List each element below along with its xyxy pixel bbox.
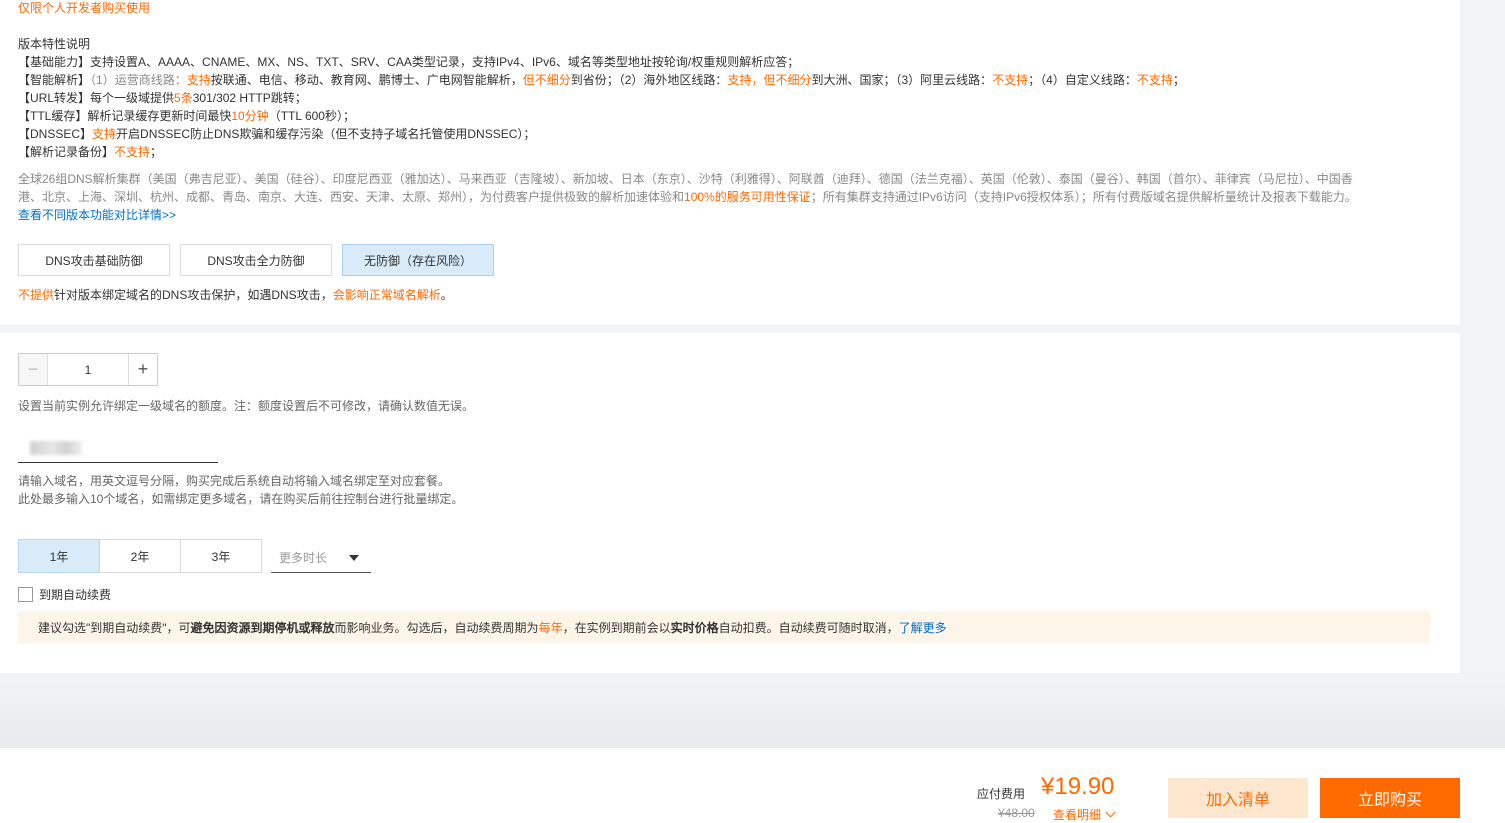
more-duration-placeholder: 更多时长 [279, 551, 328, 565]
caret-down-icon [349, 554, 359, 561]
autorenew-label[interactable]: 到期自动续费 [39, 586, 111, 603]
duration-3-years[interactable]: 3年 [180, 539, 262, 573]
cluster-description: 全球26组DNS解析集群（美国（弗吉尼亚）、美国（硅谷）、印度尼西亚（雅加达）、… [18, 172, 1357, 204]
domain-input-redacted-value [30, 441, 82, 455]
original-price: ¥48.00 [998, 806, 1035, 820]
protection-none-button[interactable]: 无防御（存在风险） [342, 244, 494, 276]
protection-full-button[interactable]: DNS攻击全力防御 [180, 244, 332, 276]
domain-note: 请输入域名，用英文逗号分隔，购买完成后系统自动将输入域名绑定至对应套餐。 此处最… [18, 474, 464, 506]
protection-note: 不提供针对版本绑定域名的DNS攻击保护，如遇DNS攻击，会影响正常域名解析。 [18, 288, 453, 302]
feature-backup: 【解析记录备份】不支持； [18, 145, 163, 159]
fee-label: 应付费用 [977, 787, 1026, 801]
right-gutter [1460, 0, 1505, 748]
feature-url: 【URL转发】每个一级域提供5条301/302 HTTP跳转； [18, 91, 307, 105]
protection-basic-button[interactable]: DNS攻击基础防御 [18, 244, 170, 276]
increment-button[interactable]: + [128, 354, 157, 385]
decrement-button[interactable]: − [19, 354, 48, 385]
feature-heading: 版本特性说明 [18, 37, 91, 51]
quota-stepper: − 1 + [18, 353, 158, 386]
autorenew-checkbox[interactable] [18, 587, 33, 602]
feature-dnssec: 【DNSSEC】支持开启DNSSEC防止DNS欺骗和缓存污染（但不支持子域名托管… [18, 127, 536, 141]
view-details-link[interactable]: 查看明细 [1053, 806, 1116, 823]
feature-ttl: 【TTL缓存】解析记录缓存更新时间最快10分钟（TTL 600秒）； [18, 109, 355, 123]
duration-1-year[interactable]: 1年 [18, 539, 100, 573]
feature-smart: 【智能解析】（1）运营商线路：支持按联通、电信、移动、教育网、鹏博士、广电网智能… [18, 73, 1185, 87]
quota-value[interactable]: 1 [48, 354, 128, 385]
autorenew-tip: 建议勾选"到期自动续费"，可 避免因资源到期停机或释放 而影响业务。勾选后，自动续费… [18, 611, 1430, 643]
duration-2-years[interactable]: 2年 [99, 539, 181, 573]
more-duration-select[interactable]: 更多时长 [271, 543, 371, 573]
quota-note: 设置当前实例允许绑定一级域名的额度。注：额度设置后不可修改，请确认数值无误。 [18, 399, 475, 413]
feature-description: 版本特性说明 【基础能力】支持设置A、AAAA、CNAME、MX、NS、TXT、… [18, 35, 1438, 161]
add-to-list-button[interactable]: 加入清单 [1168, 778, 1308, 818]
page-background [0, 673, 1505, 748]
restriction-note: 仅限个人开发者购买使用 [18, 1, 151, 15]
protection-options: DNS攻击基础防御 DNS攻击全力防御 无防御（存在风险） [18, 244, 494, 276]
learn-more-link[interactable]: 了解更多 [899, 619, 947, 636]
price: ¥19.90 [1041, 773, 1115, 800]
compare-versions-link[interactable]: 查看不同版本功能对比详情>> [18, 206, 176, 224]
chevron-down-icon [1105, 807, 1116, 818]
feature-basic: 【基础能力】支持设置A、AAAA、CNAME、MX、NS、TXT、SRV、CAA… [18, 55, 800, 69]
autorenew-row: 到期自动续费 [18, 586, 111, 603]
buy-now-button[interactable]: 立即购买 [1320, 778, 1460, 818]
duration-options: 1年 2年 3年 [18, 539, 262, 573]
